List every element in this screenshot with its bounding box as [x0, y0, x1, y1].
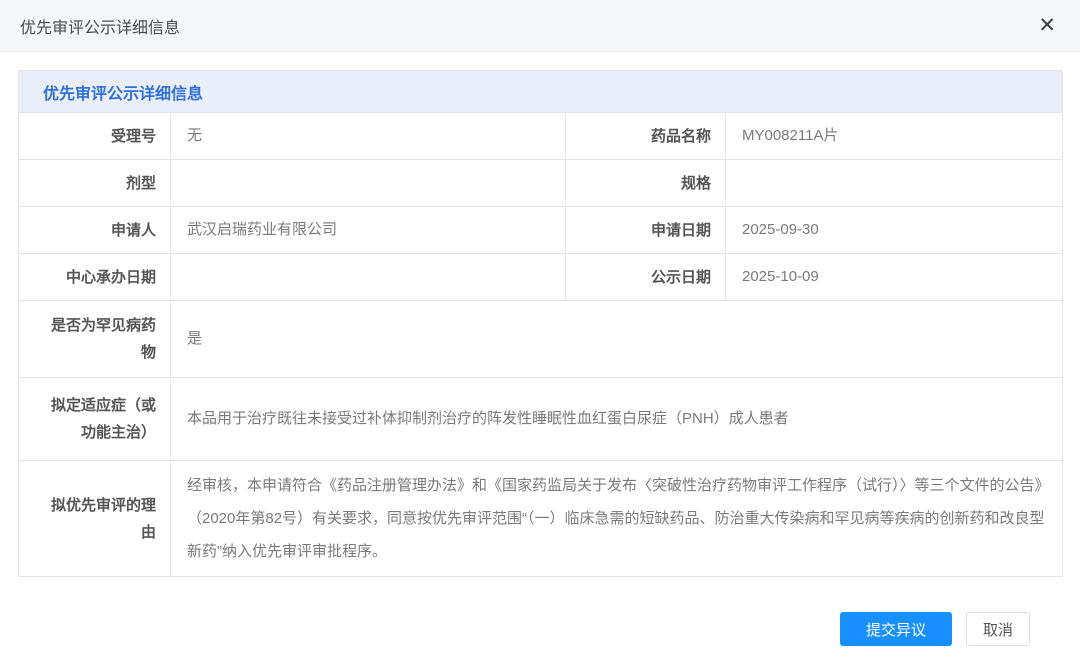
- field-value-acceptance-no: 无: [171, 113, 566, 160]
- table-row: 中心承办日期 公示日期 2025-10-09: [19, 254, 1063, 301]
- table-row: 拟定适应症（或功能主治） 本品用于治疗既往未接受过补体抑制剂治疗的阵发性睡眠性血…: [19, 378, 1063, 461]
- submit-objection-button[interactable]: 提交异议: [840, 612, 952, 646]
- field-label-acceptance-no: 受理号: [19, 113, 171, 160]
- table-row: 拟优先审评的理由 经审核，本申请符合《药品注册管理办法》和《国家药监局关于发布〈…: [19, 461, 1063, 577]
- table-row: 申请人 武汉启瑞药业有限公司 申请日期 2025-09-30: [19, 207, 1063, 254]
- table-row: 受理号 无 药品名称 MY008211A片: [19, 113, 1063, 160]
- field-value-drug-name: MY008211A片: [726, 113, 1063, 160]
- field-label-center-undertake-date: 中心承办日期: [19, 254, 171, 301]
- field-value-priority-review-reason: 经审核，本申请符合《药品注册管理办法》和《国家药监局关于发布〈突破性治疗药物审评…: [171, 461, 1063, 577]
- field-value-center-undertake-date: [171, 254, 566, 301]
- modal-footer: 提交异议 取消: [18, 612, 1062, 646]
- field-value-specification: [726, 160, 1063, 207]
- field-label-proposed-indication: 拟定适应症（或功能主治）: [19, 378, 171, 461]
- field-value-proposed-indication: 本品用于治疗既往未接受过补体抑制剂治疗的阵发性睡眠性血红蛋白尿症（PNH）成人患…: [171, 378, 1063, 461]
- table-row: 是否为罕见病药物 是: [19, 301, 1063, 378]
- field-label-applicant: 申请人: [19, 207, 171, 254]
- field-label-dosage-form: 剂型: [19, 160, 171, 207]
- field-label-application-date: 申请日期: [566, 207, 726, 254]
- table-row: 剂型 规格: [19, 160, 1063, 207]
- field-value-applicant: 武汉启瑞药业有限公司: [171, 207, 566, 254]
- field-label-drug-name: 药品名称: [566, 113, 726, 160]
- panel-header-row: 优先审评公示详细信息: [19, 71, 1063, 113]
- field-value-application-date: 2025-09-30: [726, 207, 1063, 254]
- field-value-dosage-form: [171, 160, 566, 207]
- field-label-is-rare-disease-drug: 是否为罕见病药物: [19, 301, 171, 378]
- field-label-priority-review-reason: 拟优先审评的理由: [19, 461, 171, 577]
- modal-titlebar: 优先审评公示详细信息 ✕: [0, 0, 1080, 52]
- details-table: 优先审评公示详细信息 受理号 无 药品名称 MY008211A片 剂型 规格 申…: [18, 70, 1063, 577]
- field-label-publicity-date: 公示日期: [566, 254, 726, 301]
- field-label-specification: 规格: [566, 160, 726, 207]
- field-value-is-rare-disease-drug: 是: [171, 301, 1063, 378]
- modal-title: 优先审评公示详细信息: [20, 14, 180, 38]
- modal-body: 优先审评公示详细信息 受理号 无 药品名称 MY008211A片 剂型 规格 申…: [0, 52, 1080, 660]
- panel-header-title: 优先审评公示详细信息: [19, 71, 1063, 113]
- field-value-publicity-date: 2025-10-09: [726, 254, 1063, 301]
- cancel-button[interactable]: 取消: [966, 612, 1030, 646]
- close-icon[interactable]: ✕: [1034, 13, 1060, 38]
